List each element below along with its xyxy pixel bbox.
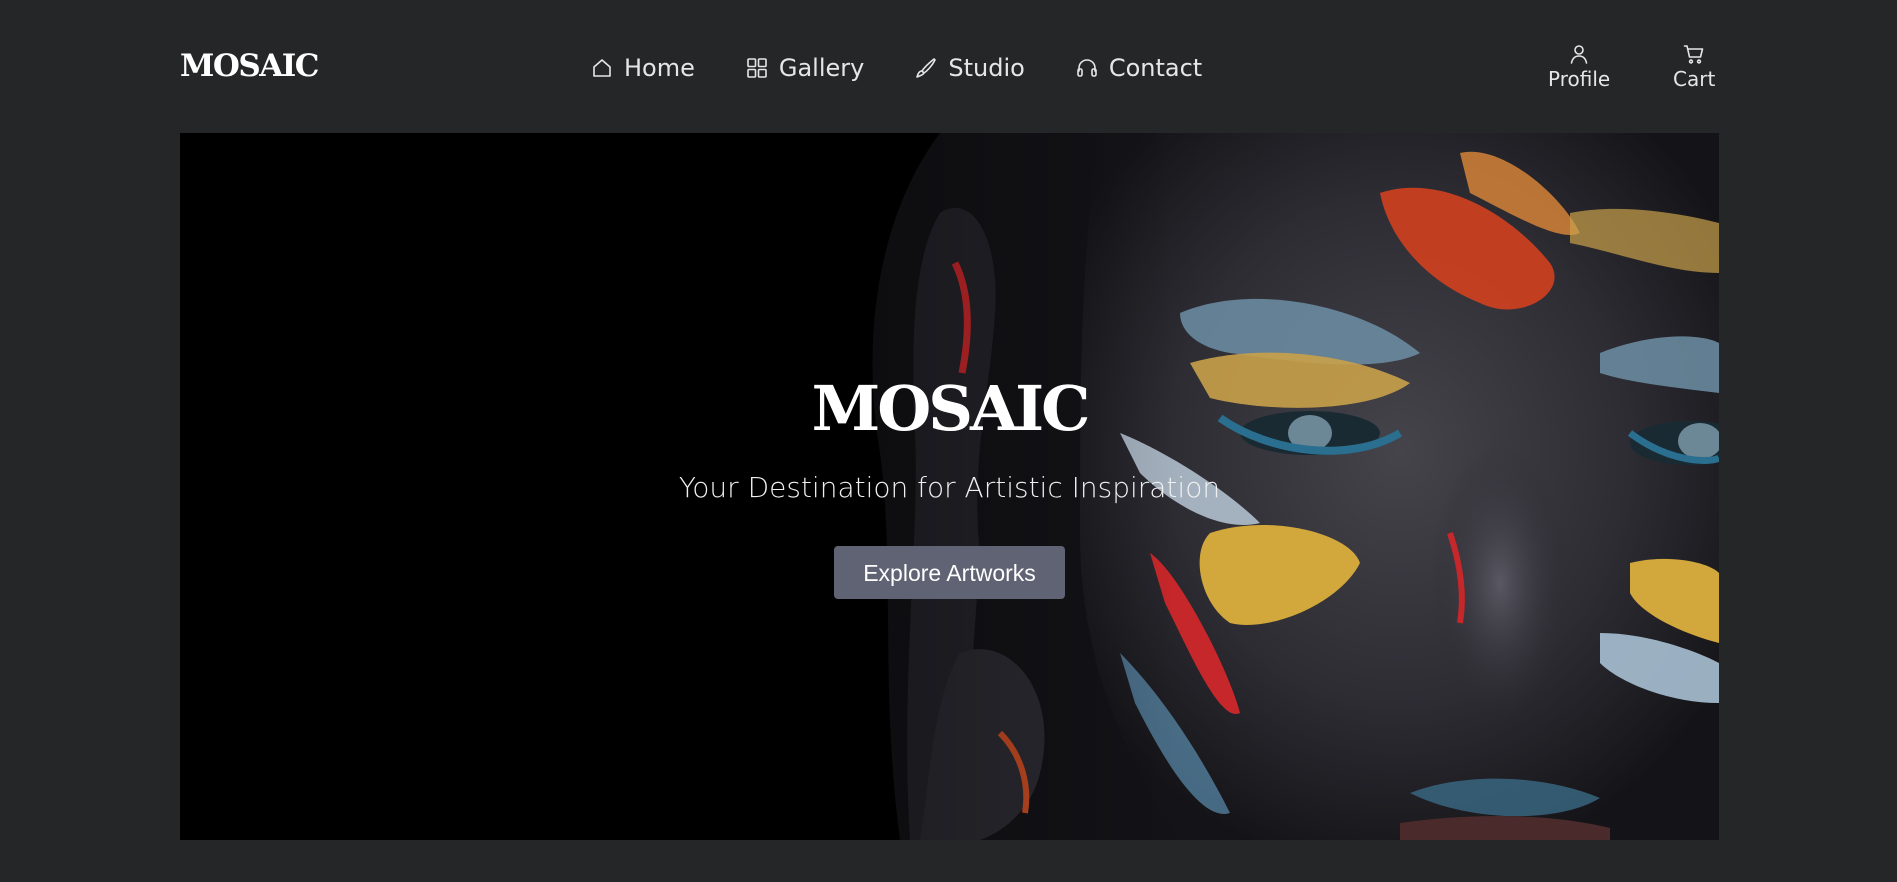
nav-item-studio[interactable]: Studio [914,53,1025,83]
grid-icon [745,56,769,80]
nav-item-gallery[interactable]: Gallery [745,53,864,83]
profile-label: Profile [1548,67,1611,91]
cart-label: Cart [1673,67,1716,91]
site-logo[interactable]: MOSAIC [180,46,319,86]
nav-item-contact[interactable]: Contact [1075,53,1202,83]
nav-item-label: Gallery [778,54,865,82]
site-header: MOSAIC Home Gallery Studio Contact Profi… [0,0,1897,133]
hero-content: MOSAIC Your Destination for Artistic Ins… [180,133,1719,840]
nav-item-label: Studio [948,54,1025,82]
profile-link[interactable]: Profile [1548,42,1610,91]
user-icon [1567,42,1591,66]
hero-subtitle: Your Destination for Artistic Inspiratio… [678,471,1221,504]
nav-item-home[interactable]: Home [590,53,695,83]
headset-icon [1075,56,1099,80]
brush-icon [914,56,938,80]
explore-artworks-button[interactable]: Explore Artworks [834,546,1065,599]
hero-title: MOSAIC [811,372,1091,445]
nav-item-label: Contact [1108,54,1203,82]
hero-banner: MOSAIC Your Destination for Artistic Ins… [180,133,1719,840]
nav-item-label: Home [624,54,695,82]
home-icon [590,56,614,80]
cart-link[interactable]: Cart [1673,42,1715,91]
main-nav: Home Gallery Studio Contact [590,48,1202,88]
cart-icon [1682,42,1706,66]
